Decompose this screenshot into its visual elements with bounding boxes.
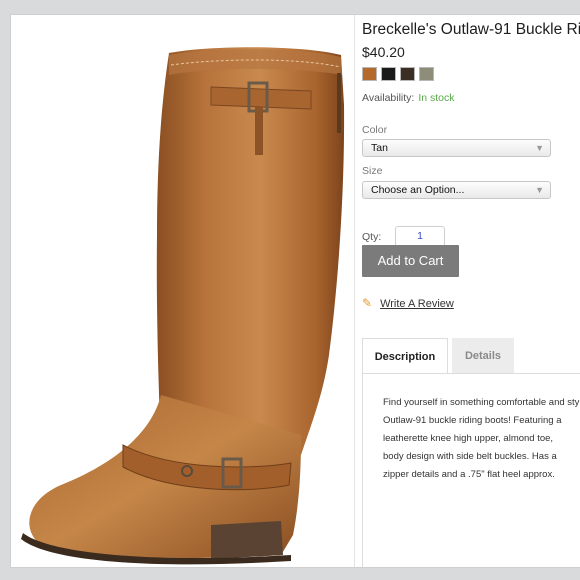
description-line: leatherette knee high upper, almond toe, — [383, 433, 554, 444]
add-to-cart-button[interactable]: Add to Cart — [362, 245, 459, 277]
availability: Availability: In stock — [362, 92, 455, 104]
description-line: zipper details and a .75" flat heel appr… — [383, 469, 555, 480]
color-select[interactable]: Tan ▼ — [362, 139, 551, 157]
swatch-black[interactable] — [381, 67, 396, 81]
tab-description[interactable]: Description — [362, 338, 448, 374]
tab-details[interactable]: Details — [452, 338, 514, 374]
size-select-value: Choose an Option... — [371, 184, 465, 196]
boot-illustration — [21, 47, 345, 565]
description-line: body design with side belt buckles. Has … — [383, 451, 557, 462]
size-select[interactable]: Choose an Option... ▼ — [362, 181, 551, 199]
size-label: Size — [362, 165, 383, 177]
product-price: $40.20 — [362, 44, 405, 60]
product-title: Breckelle's Outlaw-91 Buckle Riding Boot… — [362, 21, 580, 38]
qty-input[interactable]: 1 — [395, 226, 445, 247]
pencil-icon: ✎ — [362, 296, 373, 310]
swatch-dark-brown[interactable] — [400, 67, 415, 81]
description-panel: Find yourself in something comfortable a… — [362, 373, 580, 567]
description-line: Find yourself in something comfortable a… — [383, 397, 580, 408]
product-info: Breckelle's Outlaw-91 Buckle Riding Boot… — [362, 15, 580, 567]
write-review[interactable]: ✎ Write A Review — [362, 296, 454, 310]
availability-label: Availability: — [362, 92, 415, 104]
swatch-tan[interactable] — [362, 67, 377, 81]
stock-status: In stock — [418, 92, 455, 104]
product-image[interactable] — [11, 15, 355, 567]
color-label: Color — [362, 124, 388, 136]
qty-label: Qty: — [362, 231, 382, 243]
write-review-link[interactable]: Write A Review — [380, 298, 454, 310]
color-select-value: Tan — [371, 142, 388, 154]
swatch-taupe[interactable] — [419, 67, 434, 81]
description-line: Outlaw-91 buckle riding boots! Featuring… — [383, 415, 562, 426]
chevron-down-icon: ▼ — [535, 185, 544, 195]
product-card: Breckelle's Outlaw-91 Buckle Riding Boot… — [10, 14, 580, 568]
chevron-down-icon: ▼ — [535, 143, 544, 153]
color-swatches — [362, 67, 434, 81]
